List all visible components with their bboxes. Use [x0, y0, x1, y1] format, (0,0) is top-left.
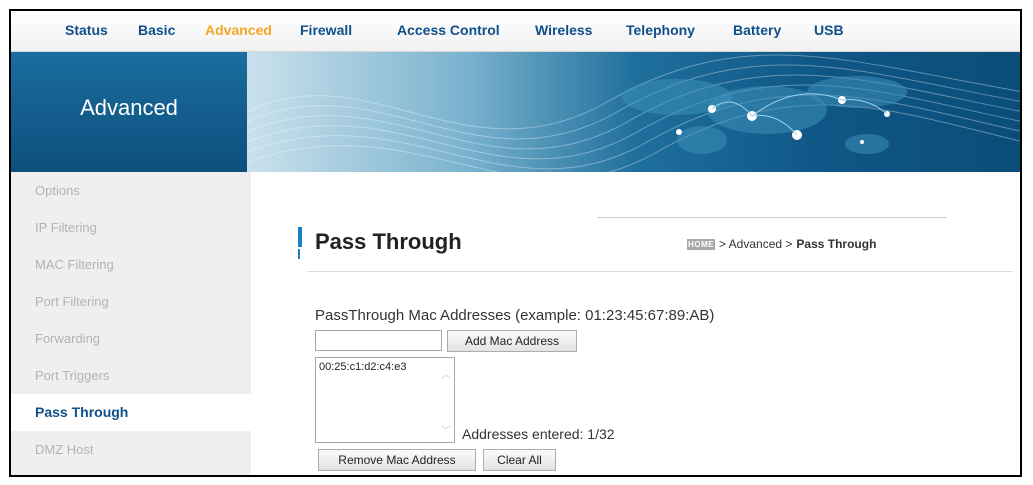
mac-address-list[interactable]: 00:25:c1:d2:c4:e3 ︿ ﹀ — [315, 357, 455, 443]
nav-basic[interactable]: Basic — [138, 22, 175, 38]
banner-title: Advanced — [80, 95, 178, 120]
banner-title-box: Advanced — [11, 52, 247, 172]
nav-firewall[interactable]: Firewall — [300, 22, 352, 38]
breadcrumb-current: Pass Through — [796, 237, 877, 251]
sidebar-item-port-filtering[interactable]: Port Filtering — [11, 283, 251, 320]
banner: Advanced — [11, 52, 1020, 172]
scroll-up-icon[interactable]: ︿ — [441, 366, 451, 381]
sidebar-item-mac-filtering[interactable]: MAC Filtering — [11, 246, 251, 283]
breadcrumb-path: > Advanced > — [719, 237, 793, 251]
list-scrollbar[interactable]: ︿ ﹀ — [437, 358, 454, 442]
remove-mac-address-button[interactable]: Remove Mac Address — [318, 449, 476, 471]
sidebar-item-forwarding[interactable]: Forwarding — [11, 320, 251, 357]
top-nav: Status Basic Advanced Firewall Access Co… — [11, 11, 1020, 52]
nav-telephony[interactable]: Telephony — [626, 22, 695, 38]
nav-advanced[interactable]: Advanced — [205, 22, 272, 38]
section-label: PassThrough Mac Addresses (example: 01:2… — [315, 307, 715, 324]
sidebar-item-pass-through[interactable]: Pass Through — [11, 394, 251, 431]
nav-battery[interactable]: Battery — [733, 22, 781, 38]
router-admin-page: Status Basic Advanced Firewall Access Co… — [9, 9, 1022, 477]
title-divider — [307, 271, 1013, 272]
breadcrumb-divider — [597, 217, 947, 218]
title-accent-bar — [298, 227, 302, 247]
breadcrumb: HOME > Advanced > Pass Through — [687, 237, 876, 251]
sidebar-item-ip-filtering[interactable]: IP Filtering — [11, 209, 251, 246]
sidebar-item-port-triggers[interactable]: Port Triggers — [11, 357, 251, 394]
add-mac-address-button[interactable]: Add Mac Address — [447, 330, 577, 352]
list-item[interactable]: 00:25:c1:d2:c4:e3 — [319, 361, 406, 373]
nav-status[interactable]: Status — [65, 22, 108, 38]
title-accent-bar-small — [298, 249, 300, 259]
world-map-graphic — [247, 54, 1020, 172]
sidebar: Options IP Filtering MAC Filtering Port … — [11, 172, 251, 475]
sidebar-item-dmz-host[interactable]: DMZ Host — [11, 431, 251, 468]
nav-wireless[interactable]: Wireless — [535, 22, 592, 38]
page-title: Pass Through — [315, 229, 462, 254]
nav-access-control[interactable]: Access Control — [397, 22, 500, 38]
clear-all-button[interactable]: Clear All — [483, 449, 556, 471]
addresses-count: Addresses entered: 1/32 — [462, 426, 615, 442]
scroll-down-icon[interactable]: ﹀ — [441, 422, 451, 437]
sidebar-item-options[interactable]: Options — [11, 172, 251, 209]
nav-usb[interactable]: USB — [814, 22, 844, 38]
mac-address-input[interactable] — [315, 330, 442, 351]
home-icon[interactable]: HOME — [687, 238, 715, 250]
